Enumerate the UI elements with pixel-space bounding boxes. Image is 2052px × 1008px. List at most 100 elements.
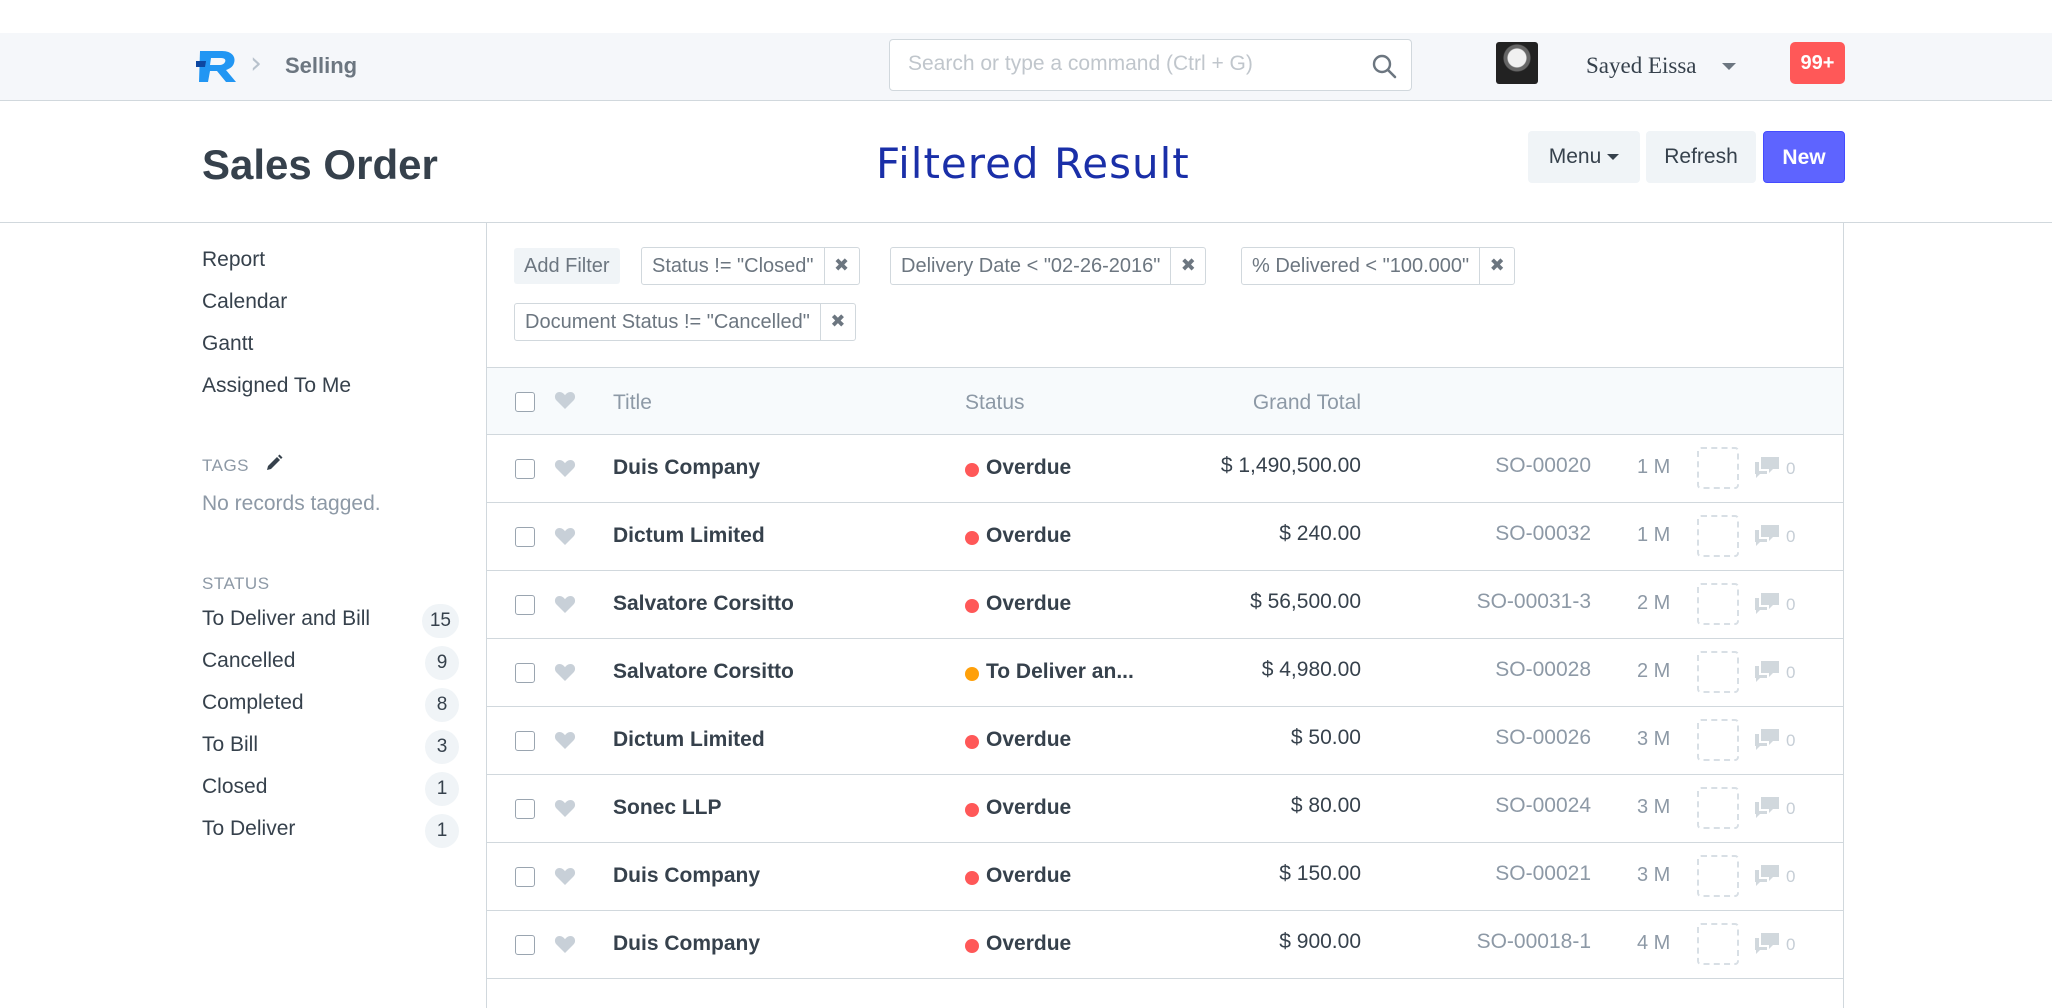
sidebar-item-calendar[interactable]: Calendar <box>202 290 287 314</box>
row-checkbox[interactable] <box>515 799 535 819</box>
row-title-link[interactable]: Sonec LLP <box>613 796 722 820</box>
status-filter-item[interactable]: Cancelled 9 <box>202 646 459 680</box>
row-document-name[interactable]: SO-00021 <box>1495 862 1591 886</box>
row-title-link[interactable]: Salvatore Corsitto <box>613 592 794 616</box>
status-filter-item[interactable]: Completed 8 <box>202 688 459 722</box>
row-title-link[interactable]: Salvatore Corsitto <box>613 660 794 684</box>
status-filter-item[interactable]: To Deliver 1 <box>202 814 459 848</box>
row-document-name[interactable]: SO-00026 <box>1495 726 1591 750</box>
comment-icon[interactable] <box>1753 455 1781 479</box>
heart-icon[interactable] <box>554 390 576 410</box>
row-document-name[interactable]: SO-00032 <box>1495 522 1591 546</box>
heart-icon[interactable] <box>554 662 576 682</box>
breadcrumb-selling[interactable]: Selling <box>285 53 357 79</box>
table-row[interactable]: Salvatore Corsitto Overdue $ 56,500.00 SO-0… <box>487 571 1843 639</box>
app-logo-icon[interactable] <box>196 47 240 85</box>
row-document-name[interactable]: SO-00028 <box>1495 658 1591 682</box>
column-header-grand-total[interactable]: Grand Total <box>1253 391 1361 415</box>
filter-chip[interactable]: % Delivered < "100.000" ✖ <box>1241 247 1516 285</box>
row-title-link[interactable]: Dictum Limited <box>613 524 765 548</box>
assign-placeholder[interactable] <box>1697 923 1739 965</box>
remove-icon[interactable]: ✖ <box>821 304 855 340</box>
filter-chip-label[interactable]: Status != "Closed" <box>642 248 825 284</box>
status-filter-item[interactable]: To Deliver and Bill 15 <box>202 604 459 638</box>
row-document-name[interactable]: SO-00018-1 <box>1477 930 1591 954</box>
filter-chip[interactable]: Document Status != "Cancelled" ✖ <box>514 303 856 341</box>
row-status[interactable]: Overdue <box>986 728 1071 752</box>
status-filter-item[interactable]: To Bill 3 <box>202 730 459 764</box>
edit-icon[interactable] <box>264 453 284 473</box>
user-name[interactable]: Sayed Eissa <box>1586 53 1697 79</box>
filter-chip[interactable]: Delivery Date < "02-26-2016" ✖ <box>890 247 1207 285</box>
row-status[interactable]: Overdue <box>986 932 1071 956</box>
row-checkbox[interactable] <box>515 935 535 955</box>
caret-down-icon[interactable] <box>1722 63 1736 70</box>
new-button[interactable]: New <box>1763 131 1845 183</box>
search-icon[interactable] <box>1371 53 1397 79</box>
assign-placeholder[interactable] <box>1697 719 1739 761</box>
assign-placeholder[interactable] <box>1697 583 1739 625</box>
row-title-link[interactable]: Dictum Limited <box>613 728 765 752</box>
assign-placeholder[interactable] <box>1697 515 1739 557</box>
comment-icon[interactable] <box>1753 863 1781 887</box>
row-status[interactable]: Overdue <box>986 456 1071 480</box>
assign-placeholder[interactable] <box>1697 447 1739 489</box>
column-header-title[interactable]: Title <box>613 391 652 415</box>
remove-icon[interactable]: ✖ <box>825 248 859 284</box>
menu-button[interactable]: Menu <box>1528 131 1640 183</box>
row-document-name[interactable]: SO-00020 <box>1495 454 1591 478</box>
avatar[interactable] <box>1496 42 1538 84</box>
row-checkbox[interactable] <box>515 663 535 683</box>
assign-placeholder[interactable] <box>1697 787 1739 829</box>
search-input[interactable] <box>890 40 1350 88</box>
refresh-button[interactable]: Refresh <box>1646 131 1756 183</box>
select-all-checkbox[interactable] <box>515 392 535 412</box>
table-row[interactable]: Duis Company Overdue $ 150.00 SO-00021 3 M 0 <box>487 843 1843 911</box>
table-row[interactable]: Duis Company Overdue $ 900.00 SO-00018-1 4 M… <box>487 911 1843 979</box>
row-checkbox[interactable] <box>515 459 535 479</box>
row-status[interactable]: Overdue <box>986 524 1071 548</box>
heart-icon[interactable] <box>554 730 576 750</box>
status-filter-item[interactable]: Closed 1 <box>202 772 459 806</box>
row-document-name[interactable]: SO-00031-3 <box>1477 590 1591 614</box>
filter-chip-label[interactable]: Delivery Date < "02-26-2016" <box>891 248 1172 284</box>
comment-icon[interactable] <box>1753 795 1781 819</box>
row-title-link[interactable]: Duis Company <box>613 932 760 956</box>
row-checkbox[interactable] <box>515 867 535 887</box>
add-filter-button[interactable]: Add Filter <box>514 248 620 284</box>
row-status[interactable]: Overdue <box>986 864 1071 888</box>
comment-icon[interactable] <box>1753 727 1781 751</box>
row-status[interactable]: Overdue <box>986 796 1071 820</box>
table-row[interactable]: Dictum Limited Overdue $ 50.00 SO-00026 3 M 0 <box>487 707 1843 775</box>
row-checkbox[interactable] <box>515 595 535 615</box>
column-header-status[interactable]: Status <box>965 391 1025 415</box>
remove-icon[interactable]: ✖ <box>1480 248 1514 284</box>
row-title-link[interactable]: Duis Company <box>613 456 760 480</box>
row-status[interactable]: Overdue <box>986 592 1071 616</box>
row-document-name[interactable]: SO-00024 <box>1495 794 1591 818</box>
search-box[interactable] <box>889 39 1412 91</box>
assign-placeholder[interactable] <box>1697 855 1739 897</box>
row-checkbox[interactable] <box>515 731 535 751</box>
filter-chip-label[interactable]: Document Status != "Cancelled" <box>515 304 821 340</box>
row-status[interactable]: To Deliver an... <box>986 660 1134 684</box>
table-row[interactable]: Salvatore Corsitto To Deliver an... $ 4,98… <box>487 639 1843 707</box>
remove-icon[interactable]: ✖ <box>1171 248 1205 284</box>
sidebar-item-gantt[interactable]: Gantt <box>202 332 253 356</box>
comment-icon[interactable] <box>1753 591 1781 615</box>
heart-icon[interactable] <box>554 866 576 886</box>
assign-placeholder[interactable] <box>1697 651 1739 693</box>
comment-icon[interactable] <box>1753 523 1781 547</box>
table-row[interactable]: Dictum Limited Overdue $ 240.00 SO-00032 1 M… <box>487 503 1843 571</box>
comment-icon[interactable] <box>1753 659 1781 683</box>
heart-icon[interactable] <box>554 798 576 818</box>
filter-chip[interactable]: Status != "Closed" ✖ <box>641 247 860 285</box>
comment-icon[interactable] <box>1753 931 1781 955</box>
table-row[interactable]: Duis Company Overdue $ 1,490,500.00 SO-0002… <box>487 435 1843 503</box>
table-row[interactable]: Sonec LLP Overdue $ 80.00 SO-00024 3 M 0 <box>487 775 1843 843</box>
heart-icon[interactable] <box>554 526 576 546</box>
notification-badge[interactable]: 99+ <box>1790 42 1845 84</box>
sidebar-item-assigned-to-me[interactable]: Assigned To Me <box>202 374 351 398</box>
heart-icon[interactable] <box>554 458 576 478</box>
row-title-link[interactable]: Duis Company <box>613 864 760 888</box>
